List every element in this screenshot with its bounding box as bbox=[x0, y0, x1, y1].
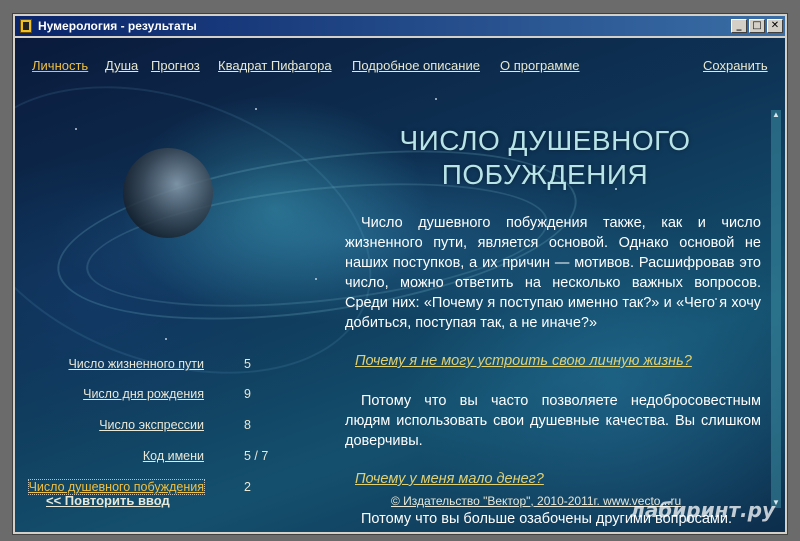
nav-prognoz[interactable]: Прогноз bbox=[151, 58, 200, 73]
planet-image bbox=[123, 148, 213, 238]
top-nav: Личность Душа Прогноз Квадрат Пифагора П… bbox=[15, 58, 785, 76]
nav-kvadrat-pifagora[interactable]: Квадрат Пифагора bbox=[218, 58, 332, 73]
scroll-up-arrow-icon[interactable]: ▲ bbox=[771, 110, 781, 120]
star bbox=[255, 108, 257, 110]
close-button[interactable]: ✕ bbox=[767, 19, 783, 33]
description-text: Число душевного побуждения также, как и … bbox=[345, 213, 761, 529]
answer-paragraph-1: Потому что вы часто позволяете недобросо… bbox=[345, 393, 761, 449]
list-item-label[interactable]: Число экспрессии bbox=[99, 418, 204, 432]
nav-podrobnoe-opisanie[interactable]: Подробное описание bbox=[352, 58, 480, 73]
app-window: Нумерология - результаты _ □ ✕ Личность … bbox=[12, 13, 788, 535]
vertical-scrollbar[interactable]: ▲ ▼ bbox=[771, 110, 781, 508]
list-item-label[interactable]: Число душевного побуждения bbox=[27, 479, 206, 495]
nav-o-programme[interactable]: О программе bbox=[500, 58, 580, 73]
star bbox=[75, 128, 77, 130]
page-title: ЧИСЛО ДУШЕВНОГО ПОБУЖДЕНИЯ bbox=[340, 124, 750, 192]
list-item-value: 5 / 7 bbox=[244, 449, 269, 463]
intro-paragraph: Число душевного побуждения также, как и … bbox=[345, 215, 761, 331]
watermark: лабиринт.ру bbox=[630, 498, 775, 522]
maximize-button[interactable]: □ bbox=[749, 19, 765, 33]
nav-dusha[interactable]: Душа bbox=[105, 58, 138, 73]
list-item-value: 2 bbox=[244, 480, 251, 494]
app-icon bbox=[20, 19, 32, 33]
star bbox=[435, 98, 437, 100]
page-title-line1: ЧИСЛО ДУШЕВНОГО bbox=[399, 125, 691, 156]
star bbox=[315, 278, 317, 280]
minimize-button[interactable]: _ bbox=[731, 19, 747, 33]
title-bar[interactable]: Нумерология - результаты _ □ ✕ bbox=[15, 16, 785, 36]
list-item-label[interactable]: Код имени bbox=[143, 449, 204, 463]
page-title-line2: ПОБУЖДЕНИЯ bbox=[441, 159, 649, 190]
star bbox=[165, 338, 167, 340]
list-item-label[interactable]: Число дня рождения bbox=[83, 387, 204, 401]
save-link[interactable]: Сохранить bbox=[703, 58, 768, 73]
question-link-1[interactable]: Почему я не могу устроить свою личную жи… bbox=[355, 351, 761, 371]
list-item-value: 8 bbox=[244, 418, 251, 432]
nav-lichnost[interactable]: Личность bbox=[32, 58, 88, 73]
list-item-value: 5 bbox=[244, 357, 251, 371]
question-link-2[interactable]: Почему у меня мало денег? bbox=[355, 469, 761, 489]
list-item-value: 9 bbox=[244, 387, 251, 401]
window-title: Нумерология - результаты bbox=[38, 19, 197, 33]
list-item-label[interactable]: Число жизненного пути bbox=[68, 357, 204, 371]
repeat-input-link[interactable]: << Повторить ввод bbox=[46, 493, 170, 508]
content-area: Личность Душа Прогноз Квадрат Пифагора П… bbox=[15, 38, 785, 532]
